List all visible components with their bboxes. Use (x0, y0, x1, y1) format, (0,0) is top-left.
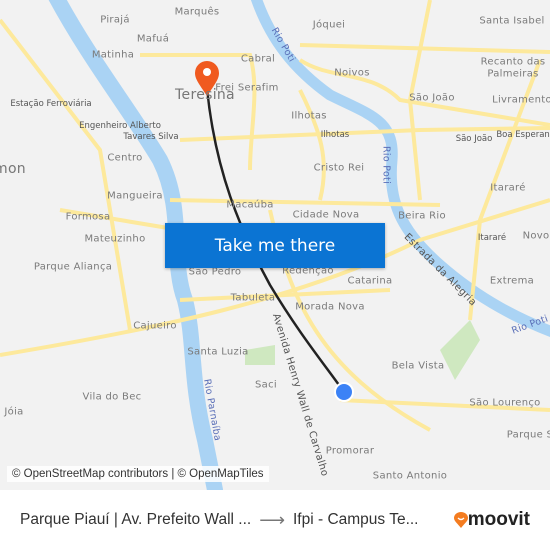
place-label: Tavares Silva (123, 132, 179, 142)
place-label: Itararé (490, 182, 526, 194)
place-label: Livramento (492, 94, 550, 106)
moovit-logo: moovit (453, 509, 530, 531)
place-label: Ilhotas (320, 130, 350, 140)
place-label: Jóia (4, 406, 24, 418)
place-label: São João (409, 92, 455, 104)
place-label: Ilhotas (291, 110, 327, 122)
place-label: Morada Nova (295, 301, 365, 313)
place-label: Itararé (477, 233, 507, 243)
place-label: Santa Luzia (187, 346, 249, 358)
place-label: Santa Isabel (479, 15, 545, 27)
place-label: Formosa (65, 211, 111, 223)
arrow-right-icon: ⟶ (259, 509, 285, 530)
moovit-pin-icon (453, 512, 468, 528)
place-label: Jóquei (312, 19, 346, 31)
place-label: Mafuá (136, 33, 170, 45)
place-label: Cabral (240, 53, 276, 65)
place-label: Palmeiras (487, 68, 539, 80)
place-label: Boa Esperança (496, 130, 550, 140)
place-label: Catarina (347, 275, 393, 287)
place-label: Parque S (506, 429, 550, 441)
place-label: São Lourenço (469, 397, 541, 409)
place-label: São João (455, 134, 493, 144)
place-label: Pirajá (100, 14, 130, 26)
place-label: Promorar (325, 445, 375, 457)
place-label: Matinha (91, 49, 135, 61)
place-label: Cristo Rei (313, 162, 365, 174)
place-label: Parque Aliança (33, 261, 113, 273)
map-attribution[interactable]: © OpenStreetMap contributors | © OpenMap… (7, 466, 269, 482)
place-label: Cidade Nova (292, 209, 360, 221)
place-label: Noivos (334, 67, 370, 79)
take-me-there-button[interactable]: Take me there (165, 223, 385, 268)
place-label: mon (0, 161, 26, 177)
place-label: Novo (522, 230, 550, 242)
place-label: Bela Vista (391, 360, 445, 372)
origin-marker (334, 382, 354, 402)
place-label: Marquês (174, 6, 220, 18)
map[interactable]: Pirajá Marquês Jóquei Santa Isabel Mafuá Mati… (0, 0, 550, 490)
place-label: Mateuzinho (84, 233, 146, 245)
river-label: Rio Poti (380, 145, 392, 185)
origin-name: Parque Piauí | Av. Prefeito Wall ... (20, 511, 252, 528)
place-label: São Pedro (188, 266, 242, 278)
place-label: Engenheiro Alberto (79, 121, 161, 131)
place-label: Extrema (489, 275, 535, 287)
place-label: Cajueiro (133, 320, 177, 332)
place-label: Frei Serafim (215, 82, 279, 94)
destination-name: Ifpi - Campus Te... (293, 511, 419, 528)
place-label: Estação Ferroviária (10, 99, 92, 109)
route-footer: Parque Piauí | Av. Prefeito Wall ... ⟶ I… (0, 490, 550, 550)
place-label: Vila do Bec (82, 391, 142, 403)
place-label: Recanto das (480, 56, 546, 68)
place-label: Beira Rio (398, 210, 446, 222)
place-label: Macaúba (226, 199, 274, 211)
place-label: Saci (255, 379, 277, 391)
place-label: Tabuleta (230, 292, 276, 304)
place-label: Mangueira (107, 190, 163, 202)
place-label: Centro (107, 152, 143, 164)
place-label: Santo Antonio (372, 470, 448, 482)
